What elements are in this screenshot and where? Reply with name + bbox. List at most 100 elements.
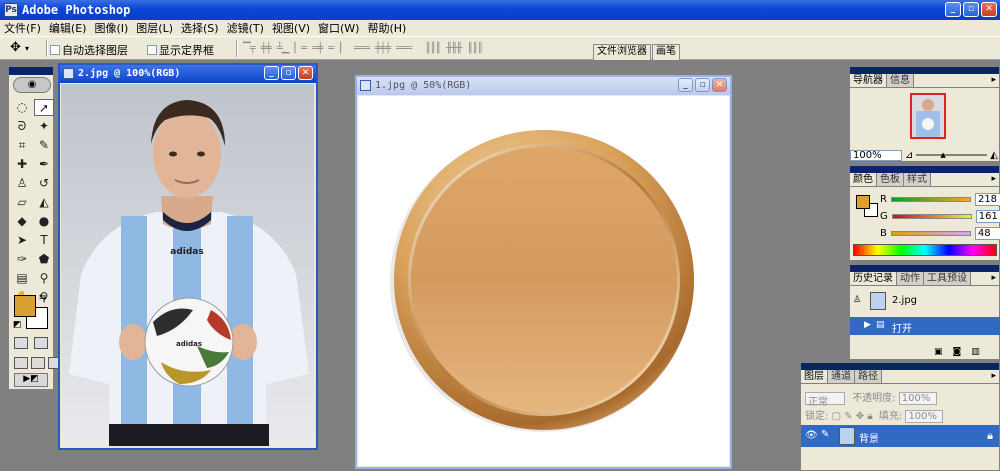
quick-mask-mode-icon[interactable] bbox=[34, 337, 48, 349]
channel-value-input[interactable]: 48 bbox=[974, 227, 1000, 240]
tab-actions[interactable]: 动作 bbox=[897, 272, 924, 285]
distribute-hcenter-icon[interactable]: ╫╫╫ bbox=[446, 43, 462, 54]
lock-position-icon[interactable]: ✥ bbox=[856, 411, 864, 422]
maximize-button[interactable]: ▫ bbox=[281, 66, 296, 80]
clone-stamp-tool-icon[interactable]: ♙ bbox=[12, 175, 32, 192]
standard-screen-icon[interactable] bbox=[14, 357, 28, 369]
menu-edit[interactable]: 编辑(E) bbox=[45, 20, 91, 36]
menu-select[interactable]: 选择(S) bbox=[177, 20, 223, 36]
align-bottom-icon[interactable]: ╧▁ bbox=[277, 43, 290, 54]
maximize-button[interactable]: ▫ bbox=[695, 78, 710, 92]
palette-menu-icon[interactable]: ▸ bbox=[991, 75, 996, 85]
palette-grip[interactable] bbox=[850, 265, 999, 272]
standard-mode-icon[interactable] bbox=[14, 337, 28, 349]
paint-bucket-tool-icon[interactable]: ◭ bbox=[34, 194, 54, 211]
channel-value-input[interactable]: 218 bbox=[974, 193, 1000, 206]
lasso-tool-icon[interactable]: ᘐ bbox=[12, 118, 32, 135]
blur-tool-icon[interactable]: ◆ bbox=[12, 213, 32, 230]
zoom-slider[interactable]: ▲ bbox=[916, 151, 988, 159]
notes-tool-icon[interactable]: ▤ bbox=[12, 270, 32, 287]
eyedropper-tool-icon[interactable]: ⚲ bbox=[34, 270, 54, 287]
move-tool-icon[interactable]: ➚ bbox=[34, 99, 54, 116]
lock-image-icon[interactable]: ✎ bbox=[844, 411, 852, 422]
palette-grip[interactable] bbox=[850, 166, 999, 173]
minimize-button[interactable]: _ bbox=[945, 2, 961, 17]
full-screen-menu-icon[interactable] bbox=[31, 357, 45, 369]
maximize-button[interactable]: ▫ bbox=[963, 2, 979, 17]
navigator-thumbnail[interactable] bbox=[910, 93, 946, 139]
pen-tool-icon[interactable]: ✑ bbox=[12, 251, 32, 268]
tool-preset-picker[interactable]: ✥ ▾ bbox=[10, 40, 44, 57]
close-button[interactable]: ✕ bbox=[712, 78, 727, 92]
palette-menu-icon[interactable]: ▸ bbox=[991, 273, 996, 283]
color-foreground-swatch[interactable] bbox=[856, 195, 870, 209]
layer-row-background[interactable]: 👁︎ ✎ 背景 🔒︎ bbox=[801, 425, 999, 447]
well-tab-file-browser[interactable]: 文件浏览器 bbox=[593, 44, 651, 60]
channel-slider[interactable] bbox=[890, 231, 971, 236]
opacity-input[interactable]: 100% bbox=[898, 391, 937, 405]
tab-history[interactable]: 历史记录 bbox=[850, 272, 897, 285]
align-vcenter-icon[interactable]: ╪╪ bbox=[261, 43, 272, 54]
history-snapshot-row[interactable]: ♙ 2.jpg bbox=[850, 291, 1000, 311]
shape-tool-icon[interactable]: ⬟ bbox=[34, 251, 54, 268]
brush-tool-icon[interactable]: ✒ bbox=[34, 156, 54, 173]
menu-window[interactable]: 窗口(W) bbox=[314, 20, 363, 36]
align-top-icon[interactable]: ▔╤ bbox=[243, 43, 256, 54]
zoom-in-icon[interactable]: ◭ bbox=[990, 150, 998, 161]
blend-mode-select[interactable]: 正常 bbox=[805, 391, 845, 408]
document-title-bar[interactable]: 1.jpg @ 50%(RGB) _ ▫ ✕ bbox=[357, 77, 730, 95]
toolbox-grip[interactable] bbox=[9, 67, 53, 75]
distribute-right-icon[interactable]: ║║║ bbox=[467, 43, 483, 54]
align-left-icon[interactable]: ▏═ bbox=[294, 43, 307, 54]
delete-state-icon[interactable]: ▥ bbox=[971, 347, 980, 357]
history-brush-source-icon[interactable]: ♙ bbox=[853, 295, 861, 305]
menu-view[interactable]: 视图(V) bbox=[268, 20, 314, 36]
tab-navigator[interactable]: 导航器 bbox=[850, 74, 887, 87]
distribute-top-icon[interactable]: ═══ bbox=[354, 43, 370, 54]
type-tool-icon[interactable]: T bbox=[34, 232, 54, 249]
close-button[interactable]: ✕ bbox=[298, 66, 313, 80]
lock-transparency-icon[interactable]: ▢ bbox=[832, 411, 841, 422]
foreground-color-swatch[interactable] bbox=[14, 295, 36, 317]
tab-info[interactable]: 信息 bbox=[887, 74, 914, 87]
menu-image[interactable]: 图像(I) bbox=[90, 20, 132, 36]
history-brush-tool-icon[interactable]: ↺ bbox=[34, 175, 54, 192]
path-selection-tool-icon[interactable]: ➤ bbox=[12, 232, 32, 249]
align-right-icon[interactable]: ═▕ bbox=[328, 43, 341, 54]
layer-visibility-icon[interactable]: 👁︎ bbox=[805, 430, 818, 441]
history-step-row[interactable]: ▶ ▤ 打开 bbox=[850, 317, 1000, 335]
zoom-out-icon[interactable]: ⊿ bbox=[905, 150, 913, 161]
minimize-button[interactable]: _ bbox=[264, 66, 279, 80]
distribute-center-icon[interactable]: ╪╪╪ bbox=[375, 43, 391, 54]
magic-wand-tool-icon[interactable]: ✦ bbox=[34, 118, 54, 135]
palette-grip[interactable] bbox=[850, 67, 999, 74]
photo-canvas[interactable]: adidas adidas bbox=[61, 84, 314, 446]
slice-tool-icon[interactable]: ✎ bbox=[34, 137, 54, 154]
minimize-button[interactable]: _ bbox=[678, 78, 693, 92]
dodge-tool-icon[interactable]: ● bbox=[34, 213, 54, 230]
color-spectrum-ramp[interactable] bbox=[853, 244, 997, 256]
zoom-slider-thumb[interactable]: ▲ bbox=[940, 151, 945, 159]
palette-menu-icon[interactable]: ▸ bbox=[991, 371, 996, 381]
tab-color[interactable]: 颜色 bbox=[850, 173, 877, 186]
tab-swatches[interactable]: 色板 bbox=[877, 173, 904, 186]
eraser-tool-icon[interactable]: ▱ bbox=[12, 194, 32, 211]
menu-help[interactable]: 帮助(H) bbox=[363, 20, 410, 36]
auto-select-checkbox[interactable]: 自动选择图层 bbox=[50, 42, 128, 58]
photoshop-icon[interactable]: Ps bbox=[4, 3, 18, 17]
tab-channels[interactable]: 通道 bbox=[828, 370, 855, 383]
palette-menu-icon[interactable]: ▸ bbox=[991, 174, 996, 184]
palette-grip[interactable] bbox=[801, 363, 999, 370]
channel-slider[interactable] bbox=[890, 197, 971, 202]
tab-layers[interactable]: 图层 bbox=[801, 370, 828, 383]
marquee-tool-icon[interactable]: ◌ bbox=[12, 99, 32, 116]
tab-tool-presets[interactable]: 工具预设 bbox=[924, 272, 971, 285]
new-snapshot-icon[interactable]: ◙ bbox=[953, 347, 962, 357]
crop-tool-icon[interactable]: ⌗ bbox=[12, 137, 32, 154]
well-tab-brushes[interactable]: 画笔 bbox=[652, 44, 680, 60]
navigator-zoom-input[interactable]: 100% bbox=[850, 149, 902, 161]
menu-layer[interactable]: 图层(L) bbox=[132, 20, 177, 36]
fill-input[interactable]: 100% bbox=[905, 409, 944, 423]
channel-value-input[interactable]: 161 bbox=[975, 210, 1000, 223]
healing-brush-tool-icon[interactable]: ✚ bbox=[12, 156, 32, 173]
